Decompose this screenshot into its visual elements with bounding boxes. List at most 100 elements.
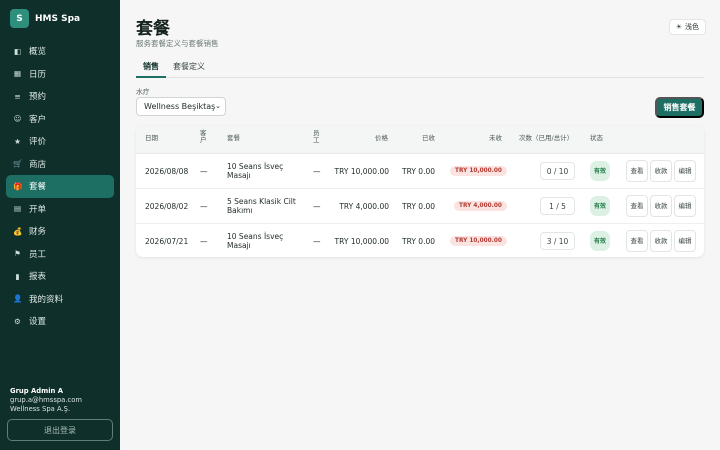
row-paid: TRY 0.00: [402, 202, 435, 211]
sidebar-item-label: 评价: [29, 137, 47, 148]
user-info: Grup Admin A grup.a@hmsspa.com Wellness …: [10, 387, 82, 414]
tab-package-definitions[interactable]: 套餐定义: [166, 60, 212, 78]
row-date: 2026/07/21: [145, 237, 189, 246]
sidebar: S HMS Spa ◧ 概览 ▦ 日历 ≡ 预约 ☺ 客户 ★ 评价 🛒 商店 🎁 套餐 ▤ 开…: [0, 0, 120, 450]
theme-label: 浅色: [685, 23, 699, 31]
chevron-down-icon: ⌄: [215, 102, 221, 110]
row-package: 10 Seans İsveç Masajı: [227, 232, 284, 250]
row-paid: TRY 0.00: [402, 167, 435, 176]
usage-count: 0 / 10: [540, 162, 575, 180]
sidebar-item-appointments[interactable]: ≡ 预约: [6, 85, 114, 108]
brand-logo: S: [10, 9, 29, 28]
table-row: 2026/08/08 — 10 Seans İsveç Masajı — TRY…: [136, 154, 704, 189]
row-date: 2026/08/08: [145, 167, 189, 176]
sidebar-item-customers[interactable]: ☺ 客户: [6, 108, 114, 131]
header-unpaid: 未收: [489, 134, 502, 142]
sidebar-item-billing[interactable]: ▤ 开单: [6, 198, 114, 221]
sidebar-item-label: 商店: [29, 159, 47, 170]
sidebar-item-label: 套餐: [29, 182, 47, 193]
spa-select[interactable]: Wellness Beşiktaş ⌄: [136, 97, 226, 116]
header-status: 状态: [590, 134, 603, 142]
table-header: 日期 客户 套餐 员工 价格 已收 未收 次数（已用/总计） 状态: [136, 126, 704, 154]
table-row: 2026/08/02 — 5 Seans Klasik Cilt Bakımı …: [136, 189, 704, 224]
user-company: Wellness Spa A.Ş.: [10, 405, 71, 413]
sidebar-item-label: 设置: [29, 317, 47, 328]
sidebar-item-label: 报表: [29, 272, 47, 283]
user-name: Grup Admin A: [10, 387, 64, 395]
unpaid-badge: TRY 10,000.00: [450, 236, 507, 246]
header-staff: 员工: [313, 129, 320, 144]
row-customer: —: [200, 237, 208, 246]
header-price: 价格: [375, 134, 388, 142]
unpaid-badge: TRY 4,000.00: [454, 201, 507, 211]
sidebar-item-shop[interactable]: 🛒 商店: [6, 153, 114, 176]
sidebar-item-packages[interactable]: 🎁 套餐: [6, 175, 114, 198]
spa-select-value: Wellness Beşiktaş: [144, 102, 216, 111]
header-count: 次数（已用/总计）: [519, 134, 574, 142]
money-bag-icon: 💰: [13, 226, 23, 236]
user-email: grup.a@hmsspa.com: [10, 396, 83, 404]
sidebar-item-finance[interactable]: 💰 财务: [6, 220, 114, 243]
tab-sales[interactable]: 销售: [136, 60, 166, 78]
customer-icon: ☺: [13, 114, 22, 124]
row-customer: —: [200, 202, 208, 211]
sidebar-item-label: 客户: [29, 114, 47, 125]
flag-icon: ⚑: [14, 249, 21, 259]
sidebar-item-label: 我的资料: [29, 294, 64, 305]
sidebar-item-profile[interactable]: 👤 我的资料: [6, 288, 114, 311]
cart-icon: 🛒: [13, 159, 23, 169]
row-package: 10 Seans İsveç Masajı: [227, 162, 284, 180]
collect-payment-button[interactable]: 收款: [650, 195, 672, 217]
row-customer: —: [200, 167, 208, 176]
sidebar-item-reports[interactable]: ▮ 报表: [6, 265, 114, 288]
view-button[interactable]: 查看: [626, 230, 648, 252]
header-date: 日期: [145, 134, 158, 142]
brand[interactable]: S HMS Spa: [10, 9, 80, 28]
usage-count: 1 / 5: [540, 197, 575, 215]
header-customer: 客户: [200, 129, 207, 144]
theme-toggle-button[interactable]: ☀ 浅色: [668, 19, 706, 35]
sidebar-item-calendar[interactable]: ▦ 日历: [6, 63, 114, 86]
sell-package-button[interactable]: 销售套餐: [655, 97, 704, 118]
row-package: 5 Seans Klasik Cilt Bakımı: [227, 197, 296, 215]
tab-bar: 销售 套餐定义: [136, 60, 704, 78]
edit-button[interactable]: 编辑: [674, 195, 696, 217]
overview-icon: ◧: [13, 46, 22, 56]
sidebar-item-label: 预约: [29, 92, 47, 103]
sidebar-nav: ◧ 概览 ▦ 日历 ≡ 预约 ☺ 客户 ★ 评价 🛒 商店 🎁 套餐 ▤ 开单 💰 财务 ⚑ 员工 …: [6, 40, 114, 333]
spa-filter-label: 水疗: [136, 88, 150, 96]
collect-payment-button[interactable]: 收款: [650, 230, 672, 252]
user-icon: 👤: [13, 294, 23, 304]
receipt-icon: ▤: [13, 204, 22, 214]
sales-table: 日期 客户 套餐 员工 价格 已收 未收 次数（已用/总计） 状态 2026/0…: [136, 126, 704, 257]
edit-button[interactable]: 编辑: [674, 230, 696, 252]
logout-button[interactable]: 退出登录: [7, 419, 113, 441]
unpaid-badge: TRY 10,000.00: [450, 166, 507, 176]
star-icon: ★: [14, 136, 21, 146]
sidebar-item-staff[interactable]: ⚑ 员工: [6, 243, 114, 266]
collect-payment-button[interactable]: 收款: [650, 160, 672, 182]
sun-icon: ☀: [675, 23, 682, 31]
chart-icon: ▮: [15, 271, 20, 281]
sidebar-item-label: 日历: [29, 69, 47, 80]
status-badge: 有效: [590, 161, 610, 181]
view-button[interactable]: 查看: [626, 195, 648, 217]
sidebar-item-label: 概览: [29, 47, 47, 58]
brand-name: HMS Spa: [35, 13, 81, 24]
status-badge: 有效: [590, 196, 610, 216]
row-date: 2026/08/02: [145, 202, 189, 211]
row-paid: TRY 0.00: [402, 237, 435, 246]
sidebar-item-overview[interactable]: ◧ 概览: [6, 40, 114, 63]
sidebar-item-label: 财务: [29, 227, 47, 238]
sidebar-item-label: 员工: [29, 249, 47, 260]
list-icon: ≡: [14, 91, 21, 101]
sidebar-item-settings[interactable]: ⚙ 设置: [6, 310, 114, 333]
usage-count: 3 / 10: [540, 232, 575, 250]
view-button[interactable]: 查看: [626, 160, 648, 182]
edit-button[interactable]: 编辑: [674, 160, 696, 182]
sidebar-item-reviews[interactable]: ★ 评价: [6, 130, 114, 153]
table-row: 2026/07/21 — 10 Seans İsveç Masajı — TRY…: [136, 224, 704, 257]
row-price: TRY 10,000.00: [334, 237, 389, 246]
main-content: 套餐 服务套餐定义与套餐销售 ☀ 浅色 销售 套餐定义 水疗 Wellness …: [120, 0, 720, 450]
calendar-icon: ▦: [13, 69, 22, 79]
